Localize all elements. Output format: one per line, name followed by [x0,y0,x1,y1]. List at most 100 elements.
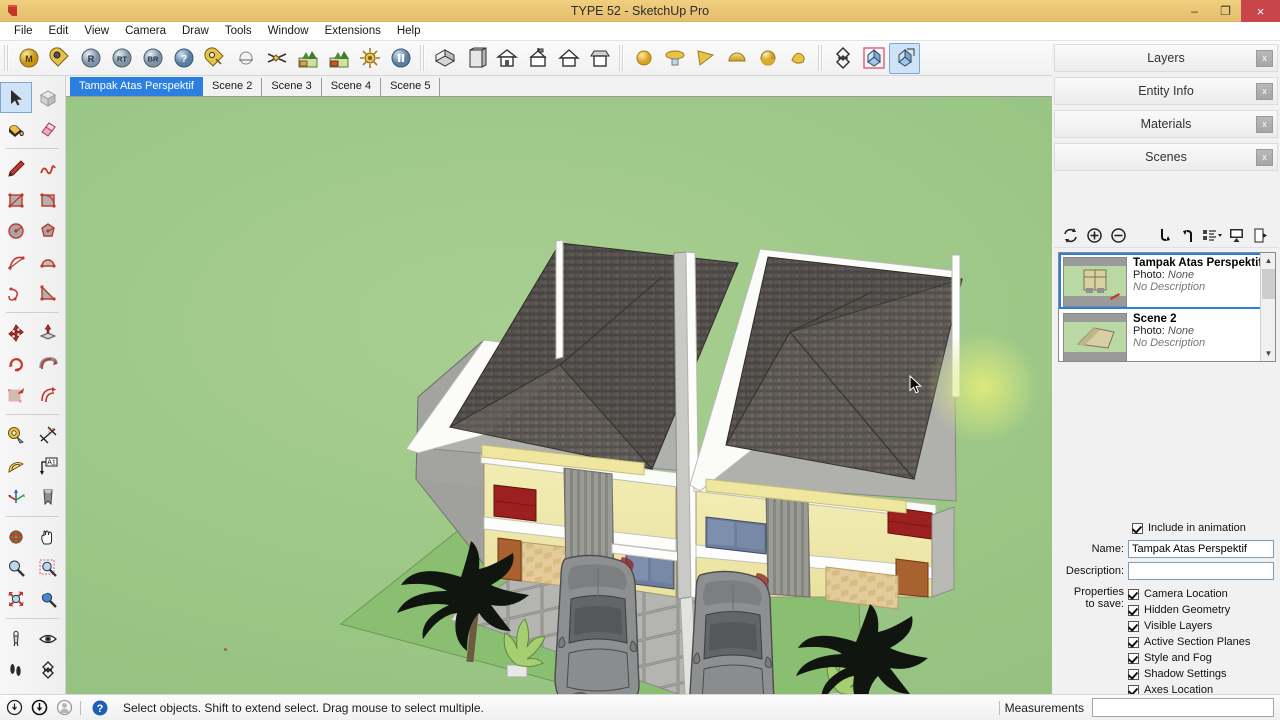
prop-style-and-fog-checkbox[interactable] [1128,652,1139,664]
vray-help-icon[interactable]: ? [168,43,199,74]
menu-view[interactable]: View [76,22,117,40]
look-around-eye-icon[interactable] [32,623,64,654]
three-d-text-icon[interactable] [32,481,64,512]
geo-location-icon[interactable] [3,697,25,719]
view-options-dropdown-icon[interactable] [1200,225,1224,247]
zoom-extents-icon[interactable] [0,583,32,614]
vray-pause-render-icon[interactable] [385,43,416,74]
remove-scene-icon[interactable] [1106,225,1130,247]
vray-material-editor-icon[interactable]: M [13,43,44,74]
shaded-style-icon[interactable] [752,43,783,74]
prop-active-section-planes-row[interactable]: Active Section Planes [1128,634,1280,650]
protractor-icon[interactable] [0,450,32,481]
vray-proxy-import-icon[interactable] [292,43,323,74]
credits-info-icon[interactable] [28,697,50,719]
prop-camera-location-row[interactable]: Camera Location [1128,586,1280,602]
hidden-line-style-icon[interactable] [721,43,752,74]
zoom-window-icon[interactable] [32,552,64,583]
instructor-help-icon[interactable]: ? [89,697,111,719]
vray-render-icon[interactable]: R [75,43,106,74]
vray-options-icon[interactable] [44,43,75,74]
scrollbar-thumb[interactable] [1262,269,1275,299]
line-pencil-icon[interactable] [0,153,32,184]
xray-style-icon[interactable] [628,43,659,74]
vray-batch-render-icon[interactable]: BR [137,43,168,74]
move-scene-down-icon[interactable] [1152,225,1176,247]
vray-render-rt-icon[interactable]: RT [106,43,137,74]
menu-extensions[interactable]: Extensions [317,22,389,40]
dimension-icon[interactable]: 3" [32,419,64,450]
shaded-texture-style-icon[interactable] [783,43,814,74]
prop-hidden-geometry-row[interactable]: Hidden Geometry [1128,602,1280,618]
previous-view-icon[interactable] [32,583,64,614]
scale-icon[interactable] [0,379,32,410]
vray-mesh-clipper-icon[interactable] [261,43,292,74]
scene-tab-scene-4[interactable]: Scene 4 [321,78,382,96]
scroll-up-arrow-icon[interactable]: ▲ [1261,253,1275,268]
rotated-rectangle-icon[interactable] [32,184,64,215]
front-view-icon[interactable] [491,43,522,74]
measurements-input[interactable] [1092,698,1274,717]
prop-visible-layers-row[interactable]: Visible Layers [1128,618,1280,634]
back-edges-style-icon[interactable] [659,43,690,74]
tray-materials-close-icon[interactable]: x [1256,116,1273,133]
include-in-animation-row[interactable]: Include in animation [1056,520,1280,536]
menu-file[interactable]: File [6,22,41,40]
section-cut-display-icon[interactable] [889,42,920,74]
move-icon[interactable] [0,317,32,348]
tray-scenes[interactable]: Scenes x [1054,143,1278,171]
select-arrow-icon[interactable] [0,82,32,113]
two-point-arc-icon[interactable] [32,246,64,277]
position-camera-icon[interactable] [827,43,858,74]
minimize-button[interactable]: – [1179,0,1210,22]
three-point-arc-icon[interactable] [0,277,32,308]
vray-fur-icon[interactable] [354,43,385,74]
scene-name-input[interactable]: Tampak Atas Perspektif [1128,540,1274,558]
axes-icon[interactable] [0,481,32,512]
position-camera-person-icon[interactable] [0,623,32,654]
include-in-animation-checkbox[interactable] [1132,522,1143,534]
section-plane-icon[interactable] [32,654,64,685]
scene-description-input[interactable] [1128,562,1274,580]
scene-tab-scene-5[interactable]: Scene 5 [381,78,441,96]
arc-icon[interactable] [0,246,32,277]
vray-infinite-plane-icon[interactable] [230,43,261,74]
toolbar-grip-4[interactable] [817,45,824,71]
top-view-icon[interactable] [460,43,491,74]
tray-entity-info-close-icon[interactable]: x [1256,83,1273,100]
add-scene-icon[interactable] [1082,225,1106,247]
circle-icon[interactable] [0,215,32,246]
push-pull-icon[interactable] [32,317,64,348]
polygon-icon[interactable] [32,215,64,246]
walk-feet-icon[interactable] [0,654,32,685]
menu-help[interactable]: Help [389,22,429,40]
wireframe-style-icon[interactable] [690,43,721,74]
eraser-icon[interactable] [32,113,64,144]
prop-shadow-settings-row[interactable]: Shadow Settings [1128,666,1280,682]
back-view-icon[interactable] [553,43,584,74]
menu-tools[interactable]: Tools [217,22,260,40]
prop-hidden-geometry-checkbox[interactable] [1128,604,1139,616]
toolbar-grip-2[interactable] [419,45,426,71]
make-component-icon[interactable] [32,82,64,113]
freehand-icon[interactable] [32,153,64,184]
tray-layers-close-icon[interactable]: x [1256,50,1273,67]
scene-tab-scene-3[interactable]: Scene 3 [262,78,322,96]
pie-icon[interactable] [32,277,64,308]
scene-list-item-tampak-atas-perspektif[interactable]: Tampak Atas Perspektif Photo: None No De… [1059,253,1275,309]
prop-shadow-settings-checkbox[interactable] [1128,668,1139,680]
offset-icon[interactable] [32,379,64,410]
prop-visible-layers-checkbox[interactable] [1128,620,1139,632]
scene-list[interactable]: Tampak Atas Perspektif Photo: None No De… [1058,252,1276,362]
tray-entity-info[interactable]: Entity Info x [1054,77,1278,105]
prop-active-section-planes-checkbox[interactable] [1128,636,1139,648]
iso-view-icon[interactable] [429,43,460,74]
menu-draw[interactable]: Draw [174,22,217,40]
scene-tab-scene-2[interactable]: Scene 2 [202,78,263,96]
maximize-button[interactable]: ❐ [1210,0,1241,22]
vray-proxy-export-icon[interactable] [323,43,354,74]
3d-model-viewport[interactable] [66,97,1052,694]
prop-camera-location-checkbox[interactable] [1128,588,1139,600]
text-label-icon[interactable]: A1 [32,450,64,481]
show-details-icon[interactable] [1224,225,1248,247]
